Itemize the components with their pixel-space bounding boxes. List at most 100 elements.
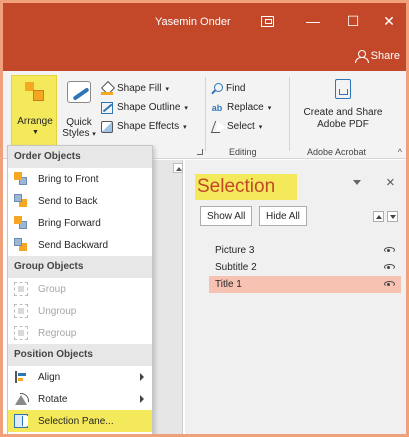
find-label: Find [226, 83, 246, 94]
dialog-launcher-icon[interactable] [197, 149, 203, 155]
align-label: Align [38, 371, 61, 383]
bring-to-front-label: Bring to Front [38, 173, 99, 185]
selection-pane-item[interactable]: Selection Pane... [8, 410, 152, 432]
group-item: Group [8, 278, 152, 300]
bring-to-front-item[interactable]: Bring to Front [8, 168, 152, 190]
list-item[interactable]: Picture 3 [209, 242, 401, 259]
create-share-label-line2: Adobe PDF [317, 119, 369, 130]
rotate-label: Rotate [38, 393, 68, 405]
rotate-icon [14, 392, 29, 406]
quick-styles-button[interactable]: Quick Styles ▾ [59, 75, 99, 153]
powerpoint-window: Yasemin Onder — ☐ ✕ Share Arrange ▼ Quic… [0, 0, 409, 437]
eye-icon[interactable] [384, 247, 395, 253]
bring-forward-item[interactable]: Bring Forward [8, 212, 152, 234]
arrange-icon [25, 82, 45, 102]
quick-styles-icon [67, 81, 91, 103]
person-icon [354, 50, 369, 63]
send-to-back-item[interactable]: Send to Back [8, 190, 152, 212]
selection-pane-label: Selection Pane... [38, 415, 114, 427]
eye-icon[interactable] [384, 281, 395, 287]
object-name: Subtitle 2 [215, 262, 257, 273]
arrange-label: Arrange [17, 116, 53, 127]
shape-effects-icon [101, 120, 113, 133]
object-name: Picture 3 [215, 245, 255, 256]
submenu-arrow-icon [140, 395, 144, 403]
regroup-icon [14, 326, 28, 340]
collapse-ribbon-icon[interactable]: ^ [398, 147, 402, 157]
replace-icon: ab [211, 102, 223, 113]
account-name[interactable]: Yasemin Onder [155, 16, 231, 28]
object-name: Title 1 [215, 279, 242, 290]
ribbon-tab-row: Share [3, 43, 406, 71]
show-all-button[interactable]: Show All [200, 206, 253, 226]
close-button[interactable]: ✕ [379, 12, 399, 30]
shape-outline-label: Shape Outline [117, 102, 181, 113]
group-icon [14, 282, 28, 296]
maximize-button[interactable]: ☐ [343, 12, 363, 30]
search-icon [211, 83, 223, 94]
ungroup-icon [14, 304, 28, 318]
shape-fill-button[interactable]: Shape Fill ▾ [101, 79, 201, 98]
bring-forward-icon [14, 216, 28, 230]
send-backward-order-button[interactable] [387, 211, 398, 222]
send-backward-label: Send Backward [38, 239, 109, 251]
ribbon-display-options-icon[interactable] [261, 16, 274, 27]
arrange-button[interactable]: Arrange ▼ [11, 75, 57, 151]
group-objects-header: Group Objects [8, 256, 152, 278]
title-bar: Yasemin Onder — ☐ ✕ [3, 3, 406, 43]
selection-pane-icon [14, 414, 28, 428]
minimize-button[interactable]: — [303, 12, 323, 30]
order-objects-header: Order Objects [8, 146, 152, 168]
send-to-back-label: Send to Back [38, 195, 98, 207]
acrobat-group-label: Adobe Acrobat [307, 147, 367, 157]
regroup-label: Regroup [38, 327, 77, 339]
align-item[interactable]: Align [8, 366, 152, 388]
group-separator [289, 77, 290, 151]
find-button[interactable]: Find [211, 79, 285, 98]
hide-all-button[interactable]: Hide All [259, 206, 307, 226]
bring-to-front-icon [14, 172, 28, 186]
quick-styles-label-line2: Styles [62, 128, 90, 139]
shape-fill-label: Shape Fill [117, 83, 162, 94]
editing-commands: Find ab Replace ▾ Select ▾ [211, 79, 285, 136]
submenu-arrow-icon [140, 373, 144, 381]
cursor-icon [211, 121, 223, 133]
position-objects-header: Position Objects [8, 344, 152, 366]
slide-thumbnail-strip [153, 160, 183, 434]
select-button[interactable]: Select ▾ [211, 117, 285, 136]
create-share-pdf-button[interactable]: Create and Share Adobe PDF [293, 77, 393, 147]
pdf-share-icon [335, 79, 351, 99]
replace-button[interactable]: ab Replace ▾ [211, 98, 285, 117]
quick-styles-label-line1: Quick [66, 117, 92, 128]
shape-effects-button[interactable]: Shape Effects ▾ [101, 117, 201, 136]
bring-forward-label: Bring Forward [38, 217, 101, 229]
shape-outline-button[interactable]: Shape Outline ▾ [101, 98, 201, 117]
ungroup-item: Ungroup [8, 300, 152, 322]
pane-options-icon[interactable] [353, 180, 361, 185]
replace-label: Replace [227, 102, 264, 113]
list-item[interactable]: Subtitle 2 [209, 259, 401, 276]
bring-forward-order-button[interactable] [373, 211, 384, 222]
chevron-down-icon: ▼ [32, 129, 39, 136]
rotate-item[interactable]: Rotate [8, 388, 152, 410]
group-label: Group [38, 283, 66, 295]
shape-commands: Shape Fill ▾ Shape Outline ▾ Shape Effec… [101, 79, 201, 136]
selection-pane: Selection × Show All Hide All Picture 3 … [185, 160, 406, 434]
create-share-label-line1: Create and Share [303, 107, 383, 118]
align-icon [14, 370, 28, 384]
send-backward-icon [14, 238, 28, 252]
send-backward-item[interactable]: Send Backward [8, 234, 152, 256]
close-pane-icon[interactable]: × [386, 174, 395, 191]
pen-outline-icon [101, 101, 113, 114]
pane-title: Selection [197, 176, 276, 197]
share-button[interactable]: Share [354, 50, 400, 63]
scroll-up-button[interactable] [173, 163, 183, 173]
eye-icon[interactable] [384, 264, 395, 270]
arrange-dropdown-menu: Order Objects Bring to Front Send to Bac… [7, 145, 153, 434]
editing-group-label: Editing [229, 147, 257, 157]
ungroup-label: Ungroup [38, 305, 77, 317]
list-item-selected[interactable]: Title 1 [209, 276, 401, 293]
shape-effects-label: Shape Effects [117, 121, 180, 132]
group-separator [205, 77, 206, 151]
share-label: Share [370, 50, 400, 62]
